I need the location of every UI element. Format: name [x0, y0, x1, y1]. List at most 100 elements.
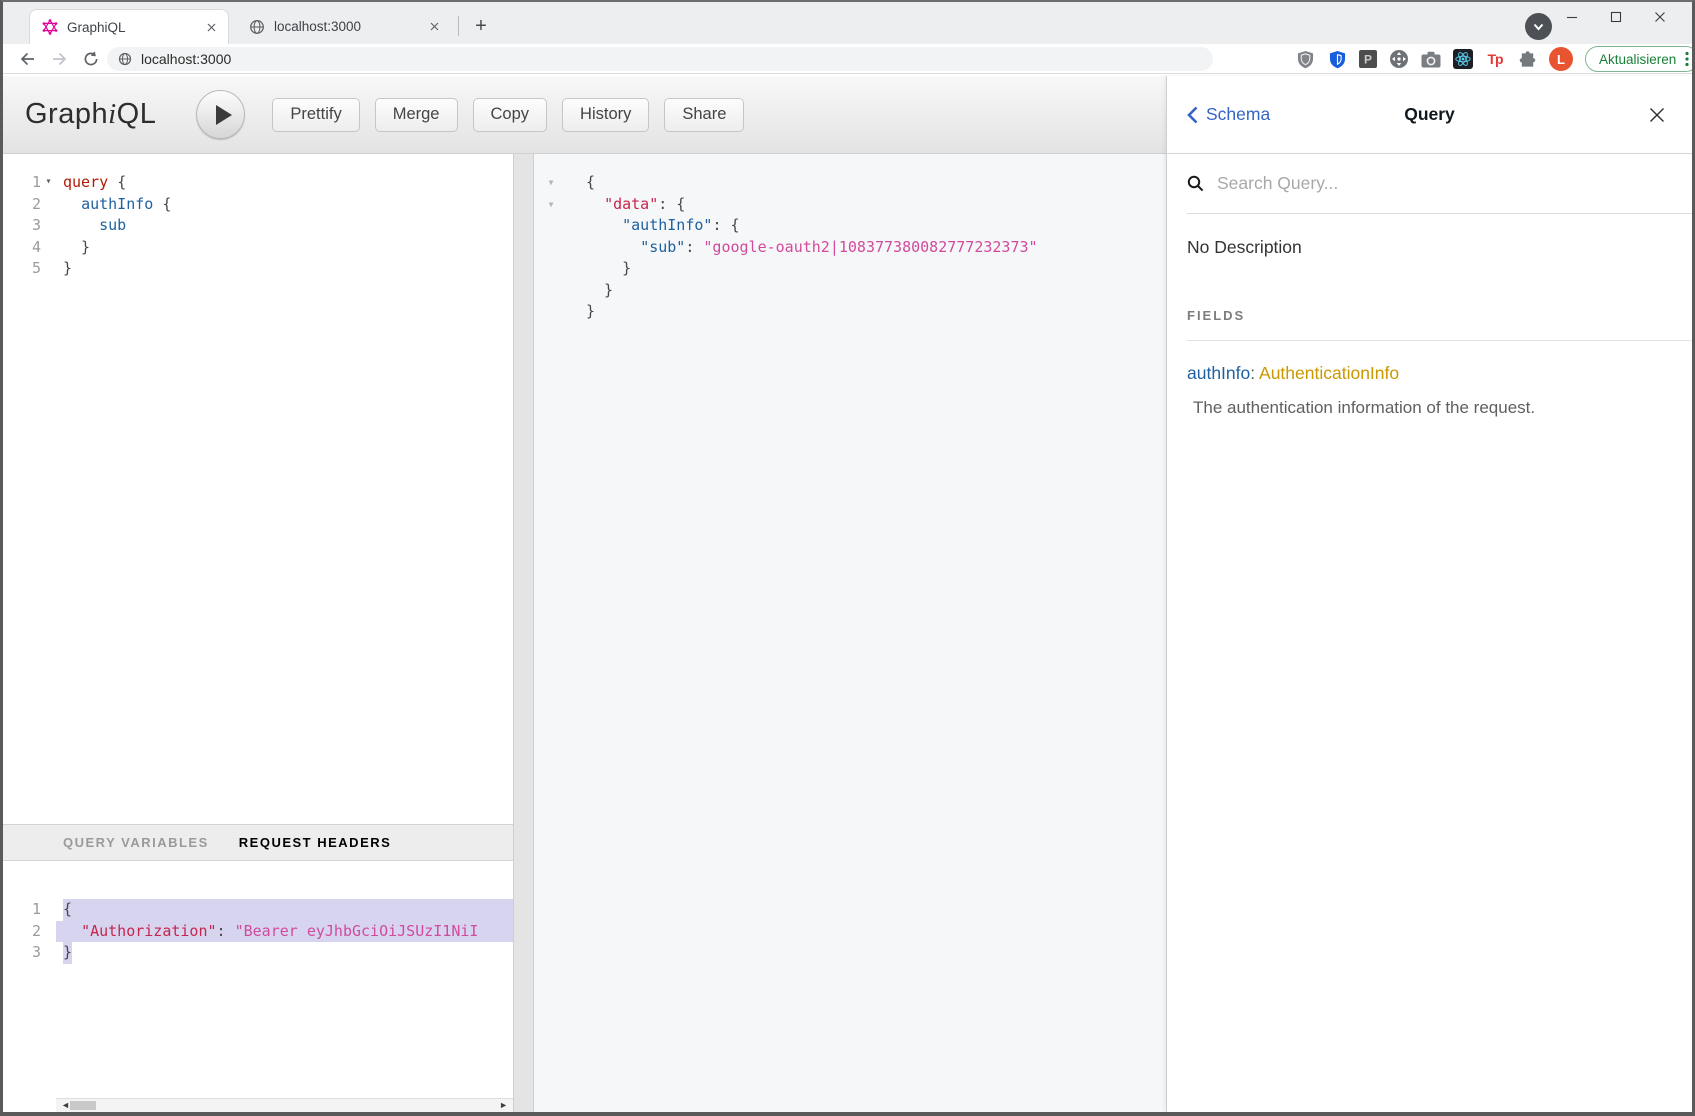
fold-gutter [542, 258, 560, 280]
doc-close-button[interactable] [1646, 104, 1668, 126]
line-number [534, 194, 542, 216]
tab-close-icon[interactable] [202, 18, 220, 36]
scrollbar-thumb[interactable] [70, 1101, 96, 1110]
doc-explorer-header: Schema Query [1167, 76, 1692, 154]
update-label: Aktualisieren [1599, 52, 1676, 67]
move-tool-extension-icon[interactable] [1389, 49, 1409, 69]
line-number: 1 [3, 172, 41, 194]
doc-back-link[interactable]: Schema [1187, 104, 1270, 125]
line-number: 2 [3, 921, 41, 943]
fold-gutter [542, 280, 560, 302]
extensions-puzzle-icon[interactable] [1517, 49, 1537, 69]
new-tab-button[interactable]: + [467, 12, 495, 40]
code-line: } [534, 280, 1172, 302]
fold-arrow-icon[interactable]: ▾ [41, 172, 56, 194]
code-line-content: { [56, 899, 513, 921]
copy-button[interactable]: Copy [473, 98, 548, 132]
prettify-button[interactable]: Prettify [272, 98, 359, 132]
maximize-button[interactable] [1594, 4, 1638, 30]
code-line-content: } [56, 942, 513, 964]
code-line: "sub": "google-oauth2|108377380082777232… [534, 237, 1172, 259]
p-extension-icon[interactable]: P [1359, 49, 1377, 69]
line-number: 3 [3, 942, 41, 964]
tab-query-variables[interactable]: QUERY VARIABLES [63, 835, 209, 850]
horizontal-scrollbar[interactable]: ◄ ► [56, 1098, 513, 1112]
tab-title: localhost:3000 [274, 19, 425, 34]
line-number [534, 172, 542, 194]
play-icon [216, 105, 232, 125]
fold-gutter [41, 258, 56, 280]
camera-extension-icon[interactable] [1421, 49, 1441, 69]
code-line-content: } [56, 237, 513, 259]
fields-divider [1187, 340, 1692, 341]
fold-arrow-icon[interactable]: ▼ [542, 194, 560, 216]
line-number: 1 [3, 899, 41, 921]
field-name-link[interactable]: authInfo [1187, 363, 1250, 383]
line-number [534, 280, 542, 302]
code-line-content: { [560, 172, 1172, 194]
globe-icon [249, 19, 265, 35]
chrome-update-menu-button[interactable]: Aktualisieren [1585, 46, 1695, 72]
forward-button[interactable] [47, 47, 71, 71]
address-bar[interactable]: localhost:3000 [107, 47, 1213, 71]
graphiql-logo: GraphiQL [25, 98, 156, 131]
fold-arrow-icon[interactable]: ▼ [542, 172, 560, 194]
line-number [534, 215, 542, 237]
line-number: 2 [3, 194, 41, 216]
tp-extension-icon[interactable]: Tp [1485, 49, 1505, 69]
fold-gutter [41, 942, 56, 964]
tab-close-icon[interactable] [425, 18, 443, 36]
pane-resize-divider[interactable] [513, 154, 534, 1112]
back-button[interactable] [15, 47, 39, 71]
code-line: 3} [3, 942, 513, 964]
share-button[interactable]: Share [664, 98, 744, 132]
code-line: 2 authInfo { [3, 194, 513, 216]
code-line-content: } [560, 258, 1172, 280]
ublock-extension-icon[interactable] [1295, 49, 1315, 69]
line-number: 4 [3, 237, 41, 259]
history-button[interactable]: History [562, 98, 649, 132]
doc-body: No Description FIELDS authInfo: Authenti… [1167, 237, 1692, 418]
merge-button[interactable]: Merge [375, 98, 458, 132]
site-globe-icon [118, 52, 132, 66]
fold-gutter [41, 215, 56, 237]
tab-search-button[interactable] [1525, 13, 1552, 40]
line-number: 5 [3, 258, 41, 280]
window-controls [1550, 4, 1682, 30]
tab-localhost[interactable]: localhost:3000 [237, 9, 451, 44]
browser-toolbar: localhost:3000 P Tp [3, 44, 1692, 74]
code-line: 1▾query { [3, 172, 513, 194]
tab-request-headers[interactable]: REQUEST HEADERS [239, 835, 392, 850]
code-line: 3 sub [3, 215, 513, 237]
bitwarden-extension-icon[interactable] [1327, 49, 1347, 69]
code-line: "authInfo": { [534, 215, 1172, 237]
fold-gutter [41, 237, 56, 259]
chevron-down-icon [1533, 23, 1544, 31]
code-line-content: } [560, 301, 1172, 323]
code-line-content: } [56, 258, 513, 280]
minimize-button[interactable] [1550, 4, 1594, 30]
code-line: 2 "Authorization": "Bearer eyJhbGciOiJSU… [3, 921, 513, 943]
line-number: 3 [3, 215, 41, 237]
close-button[interactable] [1638, 4, 1682, 30]
profile-avatar[interactable]: L [1549, 47, 1573, 71]
fold-gutter [41, 194, 56, 216]
scroll-left-icon[interactable]: ◄ [61, 1099, 70, 1112]
reload-button[interactable] [79, 47, 103, 71]
tab-title: GraphiQL [67, 20, 202, 35]
search-icon [1187, 175, 1204, 192]
execute-query-button[interactable] [196, 90, 245, 139]
tab-graphiql[interactable]: GraphiQL [29, 9, 229, 44]
address-text: localhost:3000 [141, 51, 231, 67]
query-editor[interactable]: 1▾query {2 authInfo {3 sub4 } 5} [3, 154, 513, 824]
field-type-link[interactable]: AuthenticationInfo [1259, 363, 1399, 383]
code-line: 1{ [3, 899, 513, 921]
fold-gutter [542, 237, 560, 259]
scroll-right-icon[interactable]: ► [499, 1099, 508, 1112]
code-line-content: "data": { [560, 194, 1172, 216]
request-headers-editor[interactable]: 1{2 "Authorization": "Bearer eyJhbGciOiJ… [3, 861, 513, 1098]
code-line-content: "Authorization": "Bearer eyJhbGciOiJSUzI… [56, 921, 513, 943]
react-devtools-extension-icon[interactable] [1453, 49, 1473, 69]
doc-search-input[interactable] [1215, 172, 1692, 195]
result-viewer[interactable]: ▼{▼ "data": { "authInfo": { "sub": "goog… [534, 154, 1172, 1112]
